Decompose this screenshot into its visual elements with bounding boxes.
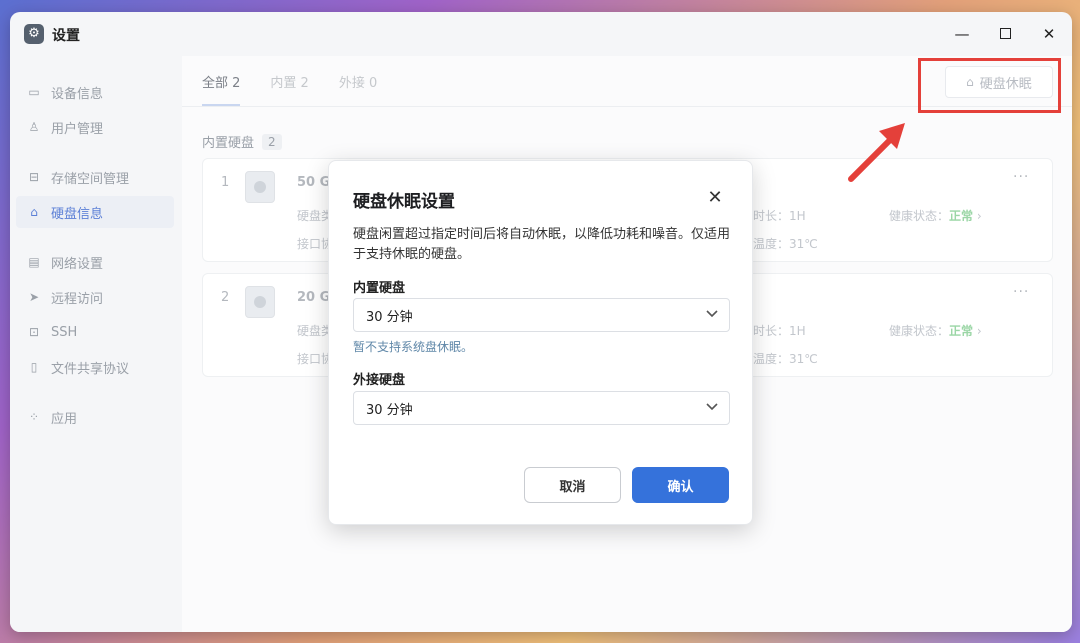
chevron-down-icon xyxy=(706,403,718,411)
disk-health[interactable]: 健康状态：正常 › xyxy=(889,207,982,224)
sidebar-item-label: 设备信息 xyxy=(51,86,104,102)
remote-icon: ➤ xyxy=(28,290,40,304)
chevron-right-icon: › xyxy=(976,209,982,223)
tab-internal[interactable]: 内置 2 xyxy=(270,70,308,106)
chevron-right-icon: › xyxy=(976,324,982,338)
disk-health[interactable]: 健康状态：正常 › xyxy=(889,322,982,339)
chevron-down-icon xyxy=(706,310,718,318)
sidebar-item-user-management[interactable]: ♙ 用户管理 xyxy=(16,111,174,143)
terminal-icon: ⊡ xyxy=(28,325,40,339)
sidebar-item-label: 文件共享协议 xyxy=(51,361,130,377)
health-value: 正常 xyxy=(949,324,974,338)
dialog-description: 硬盘闲置超过指定时间后将自动休眠，以降低功耗和噪音。仅适用于支持休眠的硬盘。 xyxy=(353,227,731,262)
network-icon: ▤ xyxy=(28,255,40,269)
sidebar-item-remote-access[interactable]: ➤ 远程访问 xyxy=(16,281,174,313)
disk-sleep-dialog: 硬盘休眠设置 ✕ 硬盘闲置超过指定时间后将自动休眠，以降低功耗和噪音。仅适用于支… xyxy=(328,160,753,525)
apps-icon: ⁘ xyxy=(28,410,40,424)
sidebar-item-label: SSH xyxy=(51,324,78,340)
settings-gear-icon: ⚙ xyxy=(24,24,44,44)
user-icon: ♙ xyxy=(28,120,40,134)
device-info-icon: ▭ xyxy=(28,85,40,99)
section-title: 内置硬盘 2 xyxy=(202,132,282,151)
hard-disk-icon xyxy=(245,171,275,203)
confirm-button[interactable]: 确认 xyxy=(632,467,729,503)
sidebar-item-disk-info[interactable]: ⌂ 硬盘信息 xyxy=(16,196,174,228)
sidebar-item-label: 存储空间管理 xyxy=(51,171,130,187)
storage-icon: ⊟ xyxy=(28,170,40,184)
sidebar-item-label: 应用 xyxy=(51,411,78,427)
external-disk-sleep-value: 30 分钟 xyxy=(366,402,413,418)
file-share-icon: ▯ xyxy=(30,360,38,374)
close-icon[interactable]: ✕ xyxy=(705,187,725,208)
external-disk-sleep-select[interactable]: 30 分钟 xyxy=(353,391,730,425)
minimize-button[interactable]: — xyxy=(950,22,974,46)
health-value: 正常 xyxy=(949,209,974,223)
maximize-button[interactable] xyxy=(993,22,1017,46)
annotation-arrow-icon xyxy=(848,123,905,182)
internal-disk-sleep-value: 30 分钟 xyxy=(366,309,413,325)
sidebar-item-ssh[interactable]: ⊡ SSH xyxy=(16,316,174,348)
health-label: 健康状态： xyxy=(889,209,950,223)
sidebar-item-label: 网络设置 xyxy=(51,256,104,272)
sidebar-item-apps[interactable]: ⁘ 应用 xyxy=(16,401,174,433)
disk-index: 2 xyxy=(221,290,230,305)
sidebar-item-device-info[interactable]: ▭ 设备信息 xyxy=(16,76,174,108)
close-window-button[interactable]: ✕ xyxy=(1037,22,1061,46)
sidebar-item-network[interactable]: ▤ 网络设置 xyxy=(16,246,174,278)
dialog-title: 硬盘休眠设置 xyxy=(353,192,455,212)
internal-disk-sleep-select[interactable]: 30 分钟 xyxy=(353,298,730,332)
sidebar-item-label: 用户管理 xyxy=(51,121,104,137)
internal-disk-label: 内置硬盘 xyxy=(353,281,406,296)
disk-icon: ⌂ xyxy=(30,205,38,219)
sidebar-item-file-sharing[interactable]: ▯ 文件共享协议 xyxy=(16,351,174,383)
more-options-button[interactable]: ··· xyxy=(1013,284,1029,300)
sidebar-item-storage[interactable]: ⊟ 存储空间管理 xyxy=(16,161,174,193)
annotation-highlight-box xyxy=(918,58,1061,113)
health-label: 健康状态： xyxy=(889,324,950,338)
maximize-icon xyxy=(999,28,1011,39)
disk-tabs: 全部 2 内置 2 外接 0 xyxy=(202,70,407,106)
external-disk-label: 外接硬盘 xyxy=(353,373,406,388)
tab-external[interactable]: 外接 0 xyxy=(339,70,377,106)
internal-disk-hint: 暂不支持系统盘休眠。 xyxy=(353,340,474,354)
title-bar: ⚙ 设置 — ✕ xyxy=(10,12,1072,56)
sidebar-item-label: 硬盘信息 xyxy=(51,206,104,222)
tab-all[interactable]: 全部 2 xyxy=(202,70,241,106)
sidebar-item-label: 远程访问 xyxy=(51,291,104,307)
cancel-button[interactable]: 取消 xyxy=(524,467,621,503)
more-options-button[interactable]: ··· xyxy=(1013,169,1029,185)
sidebar: ▭ 设备信息 ♙ 用户管理 ⊟ 存储空间管理 ⌂ 硬盘信息 ▤ 网络设置 ➤ 远… xyxy=(10,56,182,632)
hard-disk-icon xyxy=(245,286,275,318)
section-title-label: 内置硬盘 xyxy=(202,136,255,151)
disk-index: 1 xyxy=(221,175,230,190)
count-badge: 2 xyxy=(262,133,282,150)
window-title: 设置 xyxy=(52,28,80,44)
